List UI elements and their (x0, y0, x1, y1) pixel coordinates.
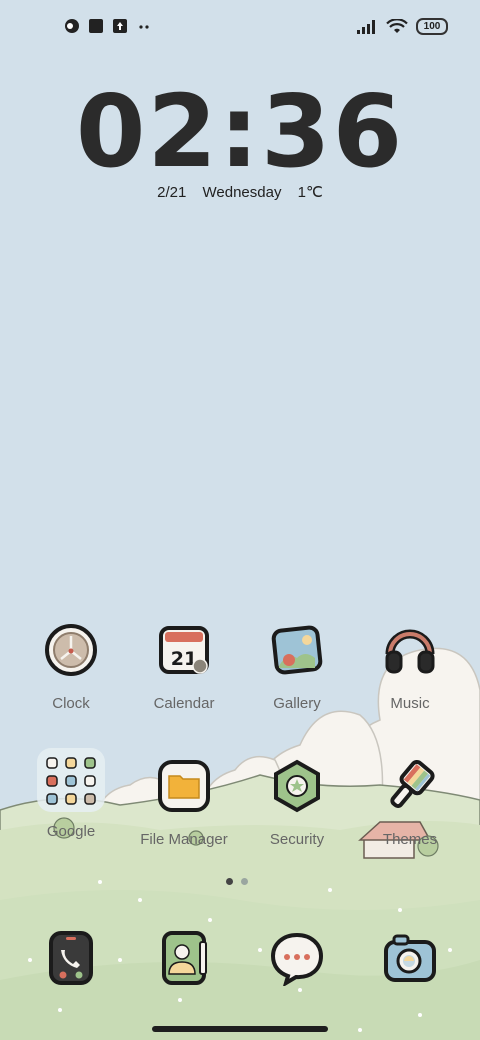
weekday-text: Wednesday (202, 184, 282, 201)
file-manager-icon (158, 760, 210, 812)
camera-icon (384, 934, 436, 982)
folder-icon (37, 748, 105, 812)
page-dot-active[interactable] (226, 878, 233, 885)
app-label: File Manager (140, 831, 228, 848)
app-label: Music (390, 695, 430, 712)
security-icon (274, 759, 320, 813)
more-dots-icon (139, 25, 149, 29)
lockscreen-time: 02:36 (75, 73, 405, 190)
app-clock[interactable]: Clock (15, 622, 127, 712)
system-icons: 100 (356, 18, 448, 35)
date-text: 2/21 (157, 184, 187, 201)
gesture-navigation-bar[interactable] (152, 1026, 328, 1032)
wifi-icon (386, 18, 408, 33)
app-gallery[interactable]: Gallery (241, 622, 353, 712)
phone-icon (49, 931, 93, 985)
dock-camera[interactable] (354, 930, 466, 991)
temperature-text: 1℃ (297, 184, 323, 201)
paintbrush-icon (390, 759, 435, 808)
gallery-icon (271, 625, 323, 675)
square-notification-icon (89, 19, 103, 33)
app-file-manager[interactable]: File Manager (128, 758, 240, 848)
app-folder-google[interactable]: Google (15, 748, 127, 840)
dock-phone[interactable] (15, 930, 127, 991)
app-calendar[interactable]: 21 Calendar (128, 622, 240, 712)
battery-indicator: 100 (416, 18, 448, 35)
app-label: Gallery (273, 695, 321, 712)
clock-icon (45, 624, 97, 676)
messages-icon (270, 932, 324, 988)
headphones-icon (385, 629, 435, 674)
page-indicator (226, 878, 248, 885)
app-label: Google (46, 823, 96, 840)
app-label: Calendar (153, 695, 215, 712)
contacts-icon (162, 931, 207, 985)
date-line: 2/21 Wednesday 1℃ (0, 183, 480, 201)
status-bar: 100 (0, 0, 480, 56)
app-security[interactable]: Security (241, 758, 353, 848)
dock-messages[interactable] (241, 930, 353, 991)
app-music[interactable]: Music (354, 622, 466, 712)
page-dot[interactable] (241, 878, 248, 885)
app-label: Themes (382, 831, 438, 848)
app-label: Clock (52, 695, 90, 712)
notification-icons (64, 18, 152, 34)
dock-contacts[interactable] (128, 930, 240, 991)
app-label: Security (269, 831, 325, 848)
signal-icon (357, 19, 375, 34)
upload-notification-icon (113, 19, 127, 33)
app-themes[interactable]: Themes (354, 758, 466, 848)
app-notification-icon (65, 19, 79, 33)
calendar-icon: 21 (159, 626, 209, 674)
